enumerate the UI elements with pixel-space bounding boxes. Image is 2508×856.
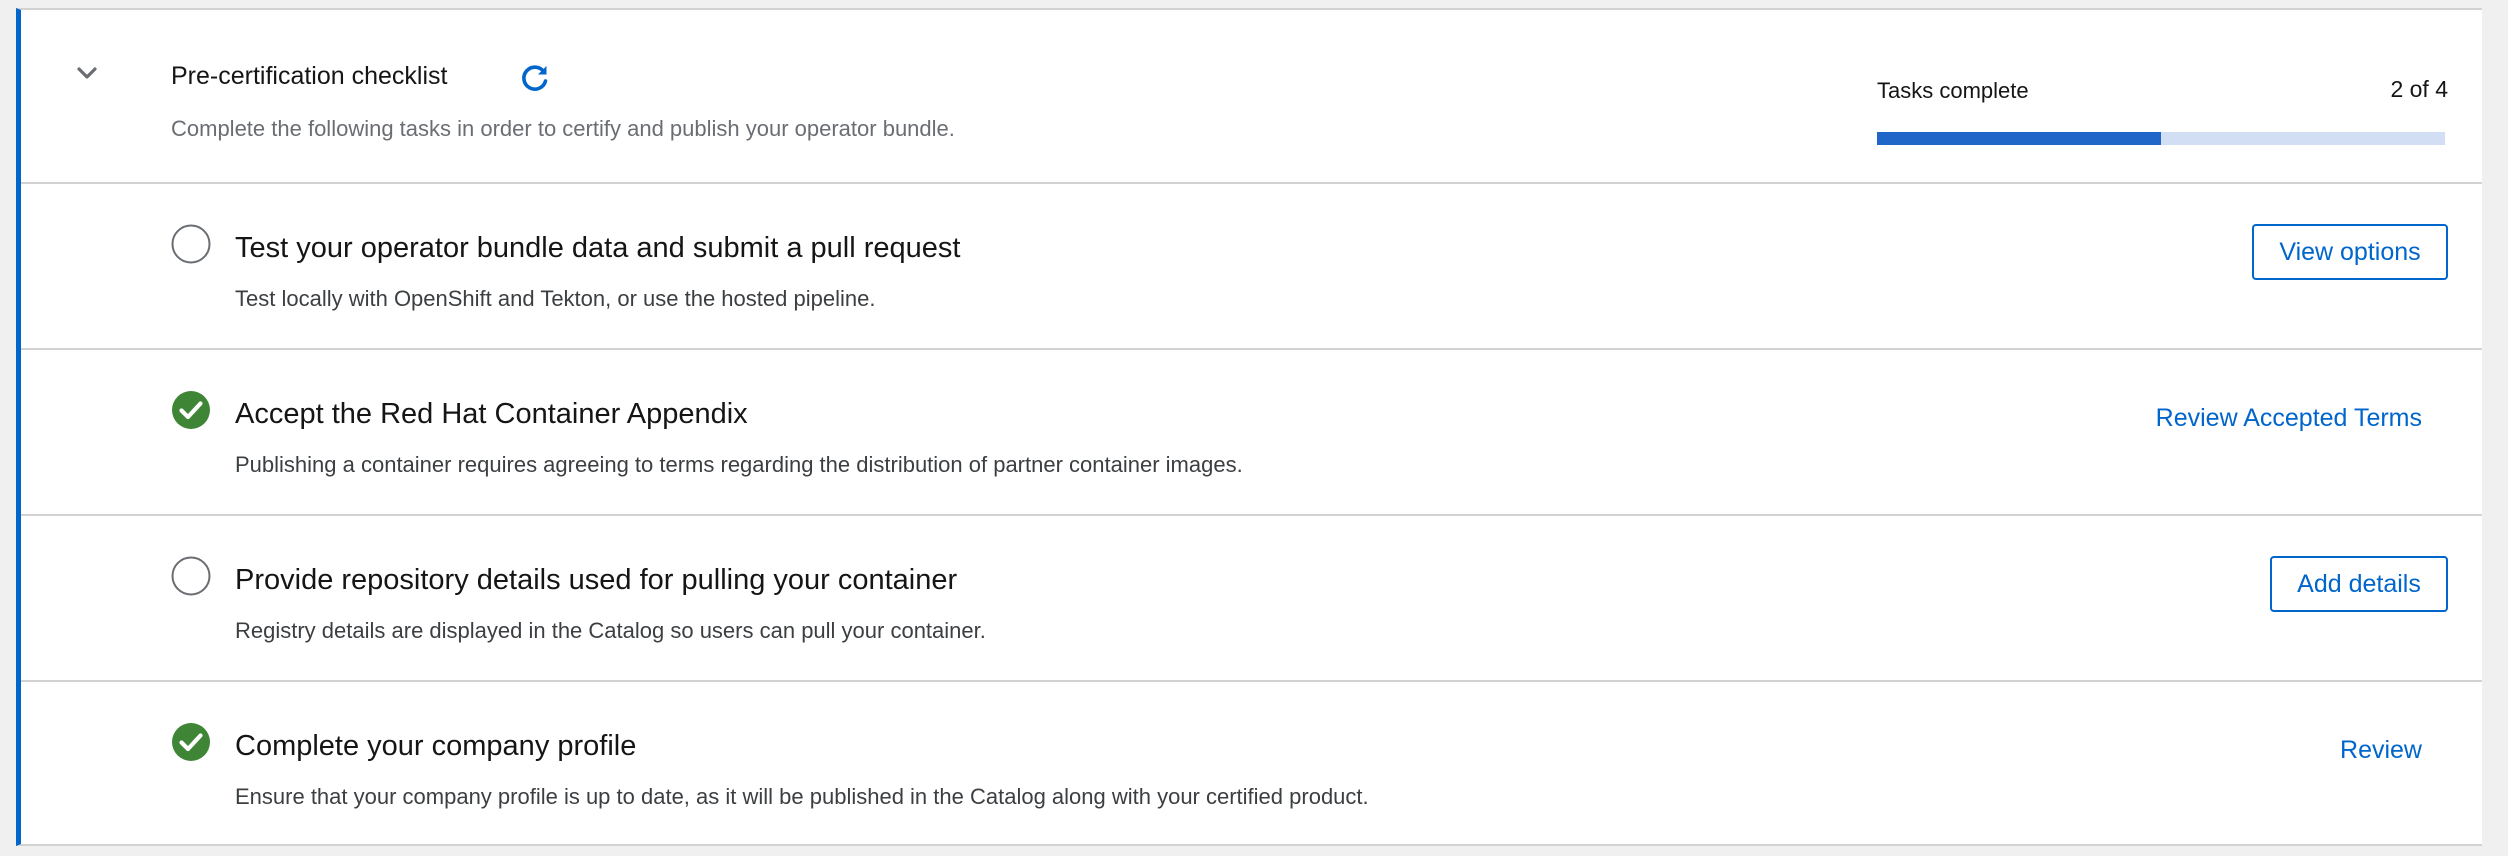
check-circle-icon: [171, 722, 211, 762]
pre-certification-checklist-panel: Pre-certification checklist Complete the…: [16, 8, 2482, 846]
task-row: Accept the Red Hat Container Appendix Pu…: [21, 350, 2482, 516]
checklist-title: Pre-certification checklist: [171, 62, 448, 90]
task-row: Test your operator bundle data and submi…: [21, 184, 2482, 350]
checklist-header: Pre-certification checklist Complete the…: [21, 10, 2482, 184]
review-link[interactable]: Review: [2340, 736, 2422, 765]
check-circle-icon: [171, 390, 211, 430]
task-description: Test locally with OpenShift and Tekton, …: [235, 286, 876, 311]
task-title: Provide repository details used for pull…: [235, 564, 958, 596]
task-row: Complete your company profile Ensure tha…: [21, 682, 2482, 844]
task-title: Accept the Red Hat Container Appendix: [235, 398, 748, 430]
progress-bar: [1877, 132, 2445, 145]
task-title: Test your operator bundle data and submi…: [235, 232, 961, 264]
checklist-subtitle: Complete the following tasks in order to…: [171, 116, 955, 141]
chevron-down-icon[interactable]: [69, 56, 105, 92]
view-options-button[interactable]: View options: [2252, 224, 2448, 280]
task-description: Ensure that your company profile is up t…: [235, 784, 1369, 809]
refresh-icon[interactable]: [517, 60, 553, 96]
review-accepted-terms-link[interactable]: Review Accepted Terms: [2156, 404, 2422, 433]
task-row: Provide repository details used for pull…: [21, 516, 2482, 682]
progress-count: 2 of 4: [2390, 76, 2448, 102]
task-title: Complete your company profile: [235, 730, 637, 762]
progress-bar-fill: [1877, 132, 2161, 145]
task-description: Publishing a container requires agreeing…: [235, 452, 1243, 477]
task-description: Registry details are displayed in the Ca…: [235, 618, 986, 643]
empty-circle-icon: [171, 224, 211, 264]
progress-label: Tasks complete: [1877, 78, 2029, 103]
empty-circle-icon: [171, 556, 211, 596]
add-details-button[interactable]: Add details: [2270, 556, 2448, 612]
